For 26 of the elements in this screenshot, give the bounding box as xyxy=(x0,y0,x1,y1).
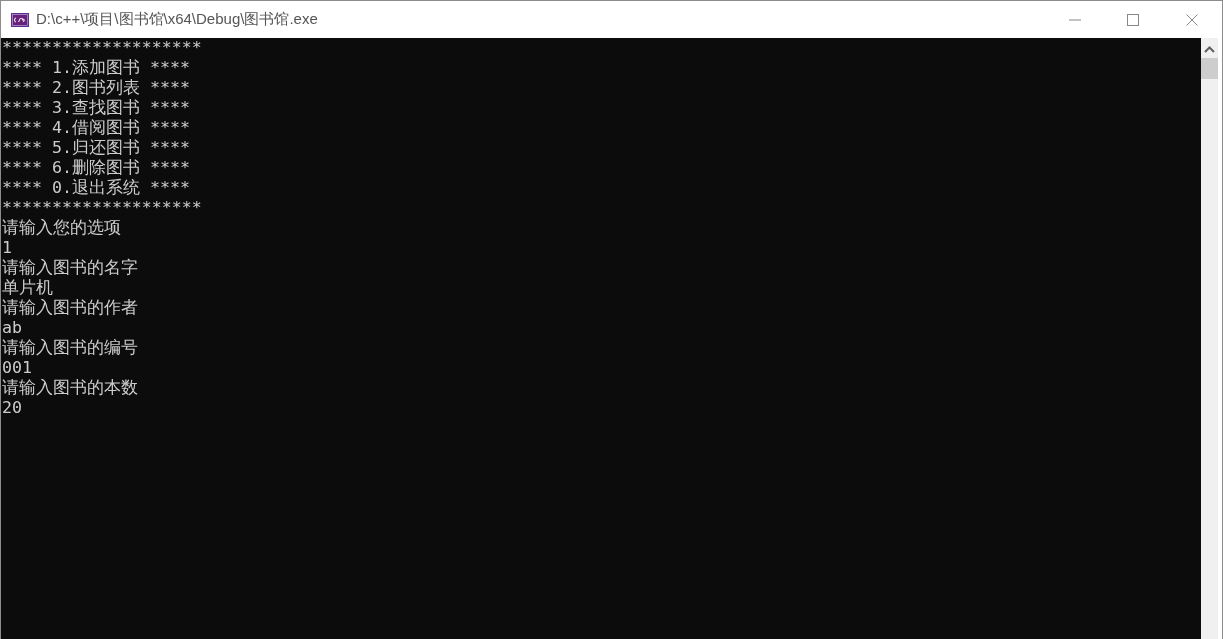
maximize-icon xyxy=(1127,13,1139,26)
console-line: **** 5.归还图书 **** xyxy=(2,138,190,158)
console-line: **** 4.借阅图书 **** xyxy=(2,118,190,138)
console-line: **** 0.退出系统 **** xyxy=(2,178,190,198)
console-line: **** 1.添加图书 **** xyxy=(2,58,190,78)
window-title: D:\c++\项目\图书馆\x64\Debug\图书馆.exe xyxy=(36,10,319,29)
console-line: 1 xyxy=(2,238,12,258)
console-line: 20 xyxy=(2,398,22,418)
close-icon xyxy=(1186,13,1198,26)
console-line: **** 2.图书列表 **** xyxy=(2,78,190,98)
console-line: 请输入图书的编号 xyxy=(2,338,138,358)
minimize-icon xyxy=(1069,18,1081,21)
scrollbar-thumb[interactable] xyxy=(1201,58,1218,79)
console-line: ******************** xyxy=(2,198,202,218)
console-line: **** 3.查找图书 **** xyxy=(2,98,190,118)
console-line: 请输入图书的名字 xyxy=(2,258,138,278)
console-line: ab xyxy=(2,318,22,338)
console-line: 请输入图书的本数 xyxy=(2,378,138,398)
console-line: 请输入您的选项 xyxy=(2,218,121,238)
console-line: 001 xyxy=(2,358,32,378)
scrollbar[interactable] xyxy=(1201,38,1218,639)
console-line: 请输入图书的作者 xyxy=(2,298,138,318)
console-line: ******************** xyxy=(2,38,202,58)
console-line: 单片机 xyxy=(2,278,53,298)
console-app-icon xyxy=(11,12,29,27)
console-line: **** 6.删除图书 **** xyxy=(2,158,190,178)
